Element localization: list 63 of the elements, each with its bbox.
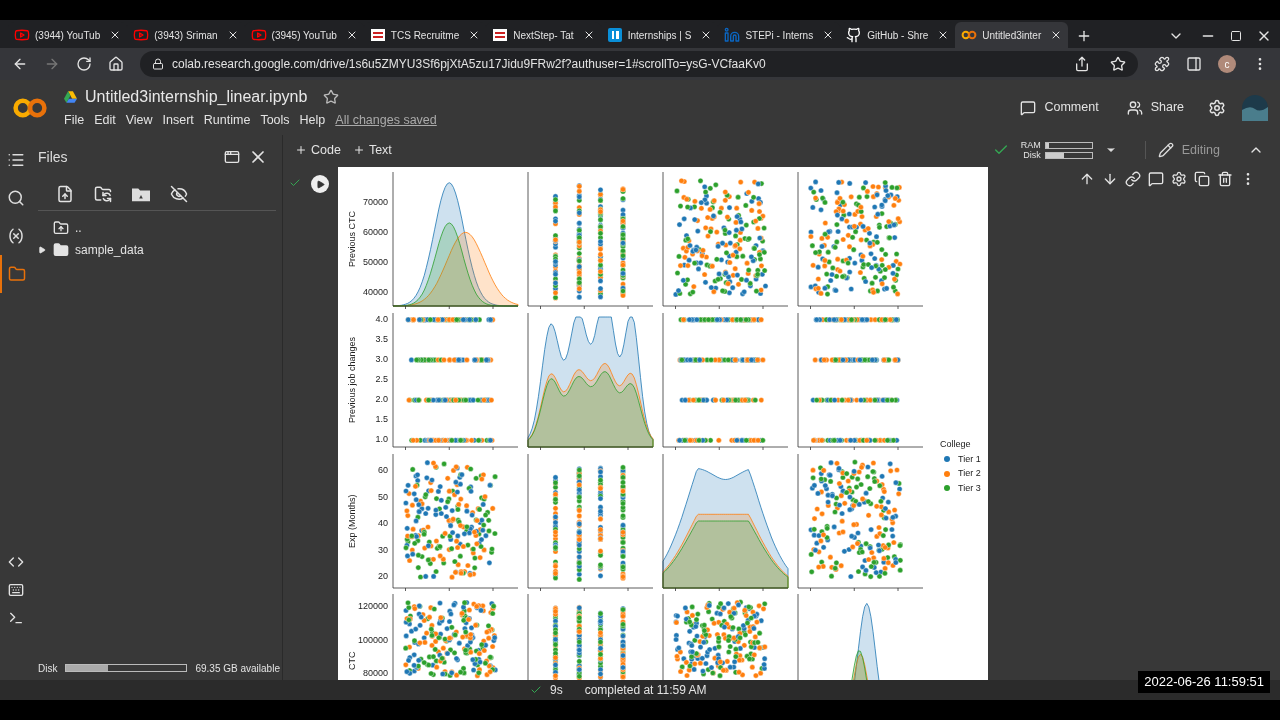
status-text: completed at 11:59 AM (584, 682, 707, 699)
axis-label: Exp (Months) (346, 493, 358, 550)
resource-label: RAM (1020, 140, 1041, 150)
tab-title: TCS Recruitme (390, 28, 460, 43)
tick-label: 50 (377, 492, 388, 502)
legend-label: Tier 1 (958, 452, 981, 466)
menu-item[interactable]: Help (299, 111, 326, 130)
resource-label: Disk (1023, 150, 1041, 160)
tab-title: (3943) Sriman (154, 28, 218, 43)
axis-label: Previous job changes (346, 335, 358, 426)
insert-button[interactable]: Code (295, 140, 341, 160)
tab-title: NextStep- Tat (513, 28, 574, 43)
editing-mode-button[interactable]: Editing (1144, 140, 1220, 160)
tick-label: 100000 (358, 635, 388, 645)
tick-label: 40 (377, 519, 388, 529)
menu-item[interactable]: Edit (94, 111, 116, 130)
tick-label: 1.0 (374, 435, 388, 445)
tick-label: 70000 (361, 197, 388, 207)
tick-label: 3.0 (374, 354, 388, 364)
axis-label: Previous CTC (346, 210, 358, 269)
tab-title: Internships | S (627, 28, 692, 43)
tab-title: (3944) YouTub (35, 28, 101, 43)
tick-label: 2.0 (374, 395, 388, 405)
tick-label: 40000 (361, 287, 388, 297)
tick-label: 50000 (361, 257, 388, 267)
notebook-title[interactable]: Untitled3internship_linear.ipynb (85, 85, 308, 110)
tick-label: 120000 (358, 602, 388, 612)
tick-label: 3.5 (374, 334, 388, 344)
timestamp-overlay: 2022-06-26 11:59:51 (1138, 671, 1270, 693)
save-status-link[interactable]: All changes saved (335, 111, 437, 130)
tick-label: 80000 (361, 669, 388, 679)
tick-label: 4.0 (374, 314, 388, 324)
tick-label: 20 (377, 572, 388, 582)
menu-item[interactable]: Tools (260, 111, 290, 130)
tab-title: (3945) YouTub (271, 28, 337, 43)
tick-label: 60000 (361, 227, 388, 237)
url-field[interactable]: colab.research.google.com/drive/1s6u5ZMYU3Sf6pjXtA5zu17Jidu9FRw2f?authuser=1#scrollTo=ysG-VCfaaKv0 (140, 51, 1138, 77)
tab-title: STEPi - Interns (745, 28, 814, 43)
run-duration: 9s (550, 682, 563, 699)
tab-title: Untitled3inter (982, 28, 1042, 43)
file-name[interactable]: sample_data (75, 241, 144, 259)
disk-available: 69.35 GB available (195, 661, 280, 676)
legend-title: College (940, 438, 972, 451)
panel-title: Files (38, 147, 68, 167)
insert-button[interactable]: Text (352, 140, 392, 160)
menu-item[interactable]: File (64, 111, 85, 130)
legend-label: Tier 2 (958, 467, 981, 480)
axis-label: CTC (346, 650, 358, 673)
tab-title: GitHub - Shre (867, 28, 929, 43)
url-text: colab.research.google.com/drive/1s6u5ZMYU3Sf6pjXtA5zu17Jidu9FRw2f?authuser=1#scrollTo=ysG-VCfaaKv0 (172, 56, 766, 73)
menu-item[interactable]: View (125, 111, 153, 130)
browser-tab[interactable]: Untitled3inter (955, 22, 1069, 48)
legend-label: Tier 3 (958, 481, 981, 495)
menu-item[interactable]: Runtime (203, 111, 251, 130)
share-button[interactable]: Share (1118, 98, 1192, 117)
tick-label: 30 (377, 545, 388, 555)
menu-item[interactable]: Insert (162, 111, 194, 130)
tick-label: 1.5 (374, 415, 388, 425)
disk-label: Disk (38, 661, 58, 676)
tick-label: 60 (377, 466, 388, 476)
tick-label: 2.5 (374, 375, 388, 384)
comment-button[interactable]: Comment (1012, 98, 1107, 117)
file-name[interactable]: .. (75, 219, 82, 237)
